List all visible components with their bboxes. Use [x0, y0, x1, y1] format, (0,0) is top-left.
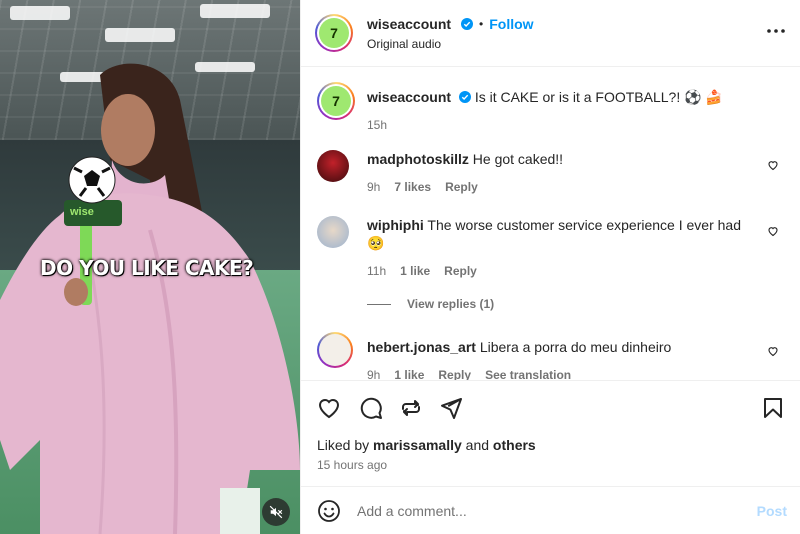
- wise-logo-icon: 7: [321, 86, 351, 116]
- view-replies-label: View replies (1): [407, 297, 495, 311]
- more-horizontal-icon[interactable]: [767, 28, 785, 34]
- reply-button[interactable]: Reply: [438, 366, 471, 380]
- repost-icon[interactable]: [399, 396, 423, 420]
- comment-likes[interactable]: 1 like: [400, 262, 430, 280]
- verified-badge-icon: [458, 91, 471, 103]
- comment-time[interactable]: 9h: [367, 366, 380, 380]
- comment-username[interactable]: madphotoskillz: [367, 151, 469, 167]
- liked-prefix: Liked by: [317, 437, 370, 453]
- comment-time[interactable]: 9h: [367, 178, 380, 196]
- comment-text: He got caked!!: [472, 151, 564, 167]
- comment-likes[interactable]: 1 like: [394, 366, 424, 380]
- liked-by-text: Liked by marissamally and others: [317, 437, 536, 453]
- post-header: 7 wiseaccount • Follow Original audio: [301, 0, 800, 67]
- heart-icon[interactable]: [767, 159, 779, 171]
- liked-others-link[interactable]: others: [493, 437, 536, 453]
- caption-time[interactable]: 15h: [367, 116, 387, 134]
- replies-divider: [367, 303, 391, 305]
- comment-input[interactable]: [357, 501, 727, 521]
- author-avatar[interactable]: 7: [315, 14, 353, 52]
- comment-likes[interactable]: 7 likes: [394, 178, 431, 196]
- wise-logo-icon: 7: [319, 18, 349, 48]
- caption-username[interactable]: wiseaccount: [367, 89, 451, 105]
- post-comment-button[interactable]: Post: [757, 503, 787, 519]
- share-icon[interactable]: [439, 396, 463, 420]
- commenter-avatar[interactable]: [317, 332, 353, 368]
- liked-and: and: [465, 437, 490, 453]
- comments-list[interactable]: 7 wiseaccount Is it CAKE or is it a FOOT…: [301, 68, 800, 380]
- add-comment-bar: Post: [301, 486, 800, 534]
- view-replies-button[interactable]: View replies (1): [367, 297, 494, 311]
- audio-label[interactable]: Original audio: [367, 37, 441, 51]
- liked-user-link[interactable]: marissamally: [373, 437, 462, 453]
- comment-time[interactable]: 11h: [367, 262, 386, 280]
- reply-button[interactable]: Reply: [445, 178, 478, 196]
- author-username[interactable]: wiseaccount: [367, 16, 451, 32]
- commenter-avatar[interactable]: [317, 150, 349, 182]
- heart-icon[interactable]: [767, 345, 779, 357]
- mic-flag-label: wise: [70, 206, 94, 218]
- post-details-panel: 7 wiseaccount • Follow Original audio 7: [300, 0, 800, 534]
- see-translation-button[interactable]: See translation: [485, 366, 571, 380]
- post-actions: Liked by marissamally and others 15 hour…: [301, 380, 800, 486]
- heart-icon[interactable]: [767, 225, 779, 237]
- commenter-avatar[interactable]: [317, 216, 349, 248]
- header-separator: •: [479, 17, 484, 31]
- follow-button[interactable]: Follow: [489, 16, 533, 32]
- video-overlay-caption: DO YOU LIKE CAKE?: [40, 256, 254, 280]
- emoji-icon[interactable]: [317, 499, 341, 523]
- comment-username[interactable]: hebert.jonas_art: [367, 339, 476, 355]
- comment-text: Libera a porra do meu dinheiro: [479, 339, 672, 355]
- post-timestamp[interactable]: 15 hours ago: [317, 458, 387, 472]
- author-avatar[interactable]: 7: [317, 82, 355, 120]
- verified-badge-icon: [461, 18, 474, 30]
- volume-muted-icon: [269, 505, 283, 519]
- post-modal: wise DO YOU LIKE CAKE? 7 wiseaccount • F: [0, 0, 800, 534]
- comment-username[interactable]: wiphiphi: [367, 217, 424, 233]
- post-video[interactable]: wise DO YOU LIKE CAKE?: [0, 0, 300, 534]
- mute-button[interactable]: [262, 498, 290, 526]
- comment-text: The worse customer service experience I …: [367, 217, 741, 251]
- bookmark-icon[interactable]: [761, 396, 785, 420]
- caption-text: Is it CAKE or is it a FOOTBALL?! ⚽ 🍰: [474, 89, 723, 105]
- comment-icon[interactable]: [359, 396, 383, 420]
- like-icon[interactable]: [317, 396, 341, 420]
- reply-button[interactable]: Reply: [444, 262, 477, 280]
